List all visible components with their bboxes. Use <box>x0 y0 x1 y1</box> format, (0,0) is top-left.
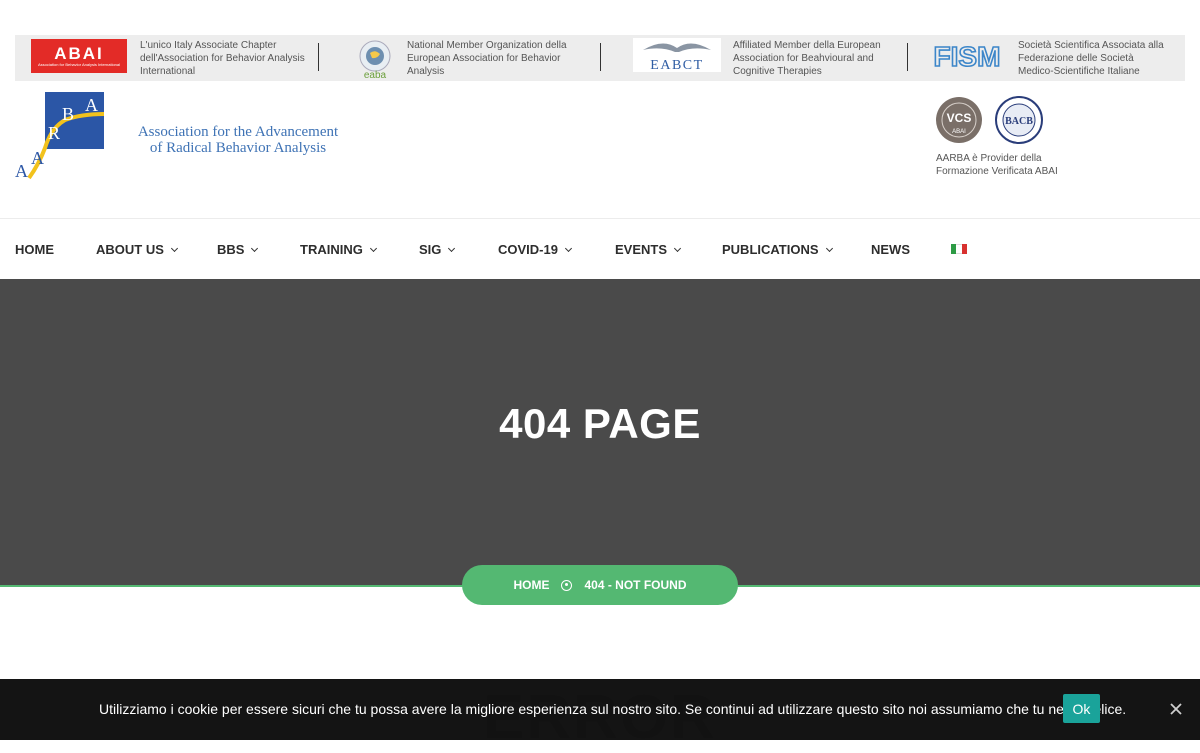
site-name-line2: of Radical Behavior Analysis <box>149 140 327 156</box>
svg-text:FISM: FISM <box>934 41 1001 72</box>
divider <box>600 43 601 71</box>
svg-text:eaba: eaba <box>364 70 387 79</box>
vcs-badge-icon[interactable]: VCS ABAI <box>935 96 983 144</box>
chevron-down-icon <box>673 244 682 252</box>
page-title: 404 PAGE <box>499 400 701 447</box>
chevron-down-icon <box>448 244 456 252</box>
cookie-message: Utilizziamo i cookie per essere sicuri c… <box>99 701 1127 717</box>
affiliation-fism: Società Scientifica Associata alla Feder… <box>1018 35 1164 81</box>
nav-item-news[interactable]: NEWS <box>871 242 910 257</box>
breadcrumb-separator-icon <box>561 579 573 591</box>
bacb-badge-icon[interactable]: BACB <box>995 96 1043 144</box>
abai-logo-text: ABAI <box>54 44 104 63</box>
affiliation-eaba-text: National Member Organization della Europ… <box>407 39 567 77</box>
affiliation-eabct: Affiliated Member della European Associa… <box>733 35 881 81</box>
site-name-line1: Association for the Advancement <box>137 124 339 140</box>
abai-logo[interactable]: ABAI Association for Behavior Analysis I… <box>31 39 127 73</box>
svg-text:A: A <box>85 95 98 115</box>
affiliation-abai-text: L'unico Italy Associate Chapter dell'Ass… <box>140 39 305 77</box>
breadcrumb-current: 404 - NOT FOUND <box>584 578 687 592</box>
svg-text:VCS: VCS <box>947 111 972 125</box>
cookie-banner: Utilizziamo i cookie per essere sicuri c… <box>0 679 1200 740</box>
provider-note: AARBA è Provider della Formazione Verifi… <box>936 153 1058 177</box>
nav-item-events[interactable]: EVENTS <box>615 242 682 257</box>
nav-item-publications[interactable]: PUBLICATIONS <box>722 242 833 257</box>
nav-item-bbs[interactable]: BBS <box>217 242 259 257</box>
breadcrumb-home[interactable]: HOME <box>513 578 549 592</box>
chevron-down-icon <box>369 244 377 252</box>
site-name[interactable]: Association for the Advancement of Radic… <box>128 124 348 156</box>
svg-text:R: R <box>48 123 60 143</box>
nav-item-home[interactable]: HOME <box>15 242 54 257</box>
affiliation-eabct-text: Affiliated Member della European Associa… <box>733 39 881 77</box>
fism-logo[interactable]: FISM <box>925 38 1010 72</box>
affiliation-fism-text: Società Scientifica Associata alla Feder… <box>1018 39 1164 77</box>
divider <box>907 43 908 71</box>
chevron-down-icon <box>564 244 573 252</box>
breadcrumb: HOME 404 - NOT FOUND <box>462 565 738 605</box>
main-navigation: HOME ABOUT US BBS TRAINING SIG COVID-19 … <box>0 218 1200 279</box>
chevron-down-icon <box>251 244 259 252</box>
svg-text:ABAI: ABAI <box>952 129 966 135</box>
affiliations-strip: ABAI Association for Behavior Analysis I… <box>15 35 1185 81</box>
italian-flag-icon[interactable] <box>951 244 967 254</box>
svg-text:BACB: BACB <box>1005 116 1033 127</box>
chevron-down-icon <box>170 244 178 252</box>
svg-text:A: A <box>15 161 28 180</box>
chevron-down-icon <box>825 244 833 252</box>
affiliation-eaba: National Member Organization della Europ… <box>407 35 567 81</box>
cookie-accept-button[interactable]: Ok <box>1063 694 1100 723</box>
svg-text:A: A <box>31 148 44 168</box>
svg-text:EABCT: EABCT <box>650 58 703 72</box>
divider <box>318 43 319 71</box>
nav-item-sig[interactable]: SIG <box>419 242 456 257</box>
nav-item-covid-19[interactable]: COVID-19 <box>498 242 573 257</box>
svg-text:B: B <box>62 104 74 124</box>
nav-item-training[interactable]: TRAINING <box>300 242 377 257</box>
abai-logo-subtext: Association for Behavior Analysis Intern… <box>37 62 121 67</box>
eabct-logo[interactable]: EABCT <box>633 38 721 72</box>
close-icon[interactable] <box>1168 701 1184 717</box>
nav-item-about-us[interactable]: ABOUT US <box>96 242 178 257</box>
eaba-logo[interactable]: eaba <box>356 39 394 79</box>
aarba-logo[interactable]: A B R A A <box>15 92 107 180</box>
affiliation-abai: L'unico Italy Associate Chapter dell'Ass… <box>140 35 305 81</box>
